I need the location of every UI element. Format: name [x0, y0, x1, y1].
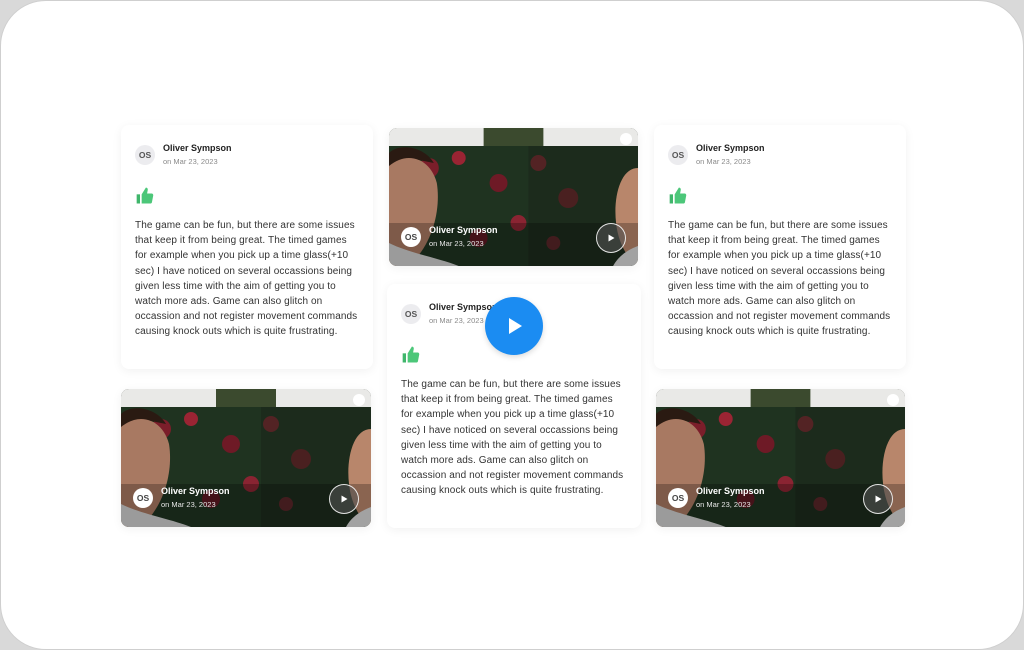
review-author: OS Oliver Sympson on Mar 23, 2023	[668, 486, 765, 509]
review-date: on Mar 23, 2023	[696, 500, 751, 509]
page-frame: OS Oliver Sympson on Mar 23, 2023 The ga…	[0, 0, 1024, 650]
review-date: on Mar 23, 2023	[163, 157, 218, 166]
review-author: OS Oliver Sympson on Mar 23, 2023	[668, 143, 892, 166]
play-button[interactable]	[329, 484, 359, 514]
author-name: Oliver Sympson	[161, 486, 230, 496]
main-play-button[interactable]	[485, 297, 543, 355]
thumbs-up-icon	[135, 186, 155, 206]
select-indicator[interactable]	[353, 394, 365, 406]
author-name: Oliver Sympson	[163, 143, 232, 153]
review-date: on Mar 23, 2023	[696, 157, 751, 166]
avatar: OS	[401, 303, 421, 324]
video-review-card[interactable]: OS Oliver Sympson on Mar 23, 2023	[389, 128, 638, 266]
play-icon	[509, 318, 522, 334]
play-icon	[875, 495, 882, 503]
review-author: OS Oliver Sympson on Mar 23, 2023	[133, 486, 230, 509]
review-author: OS Oliver Sympson on Mar 23, 2023	[401, 225, 498, 248]
avatar: OS	[668, 144, 688, 165]
play-icon	[608, 234, 615, 242]
review-text: The game can be fun, but there are some …	[135, 220, 358, 338]
select-indicator[interactable]	[887, 394, 899, 406]
thumbs-up-icon	[668, 186, 688, 206]
avatar: OS	[401, 226, 421, 247]
author-name: Oliver Sympson	[696, 143, 765, 153]
review-text: The game can be fun, but there are some …	[668, 220, 891, 338]
author-name: Oliver Sympson	[696, 486, 765, 496]
avatar: OS	[135, 144, 155, 165]
play-button[interactable]	[863, 484, 893, 514]
play-button[interactable]	[596, 223, 626, 253]
review-date: on Mar 23, 2023	[161, 500, 216, 509]
author-name: Oliver Sympson	[429, 225, 498, 235]
review-date: on Mar 23, 2023	[429, 239, 484, 248]
video-review-card[interactable]: OS Oliver Sympson on Mar 23, 2023	[121, 389, 371, 527]
review-text: The game can be fun, but there are some …	[401, 379, 624, 497]
video-review-card[interactable]: OS Oliver Sympson on Mar 23, 2023	[656, 389, 905, 527]
review-author: OS Oliver Sympson on Mar 23, 2023	[135, 143, 359, 166]
thumbs-up-icon	[401, 345, 421, 365]
author-name: Oliver Sympson	[429, 302, 498, 312]
avatar: OS	[668, 487, 688, 508]
review-card: OS Oliver Sympson on Mar 23, 2023 The ga…	[654, 125, 906, 369]
select-indicator[interactable]	[620, 133, 632, 145]
play-icon	[341, 495, 348, 503]
review-card: OS Oliver Sympson on Mar 23, 2023 The ga…	[121, 125, 373, 369]
avatar: OS	[133, 487, 153, 508]
